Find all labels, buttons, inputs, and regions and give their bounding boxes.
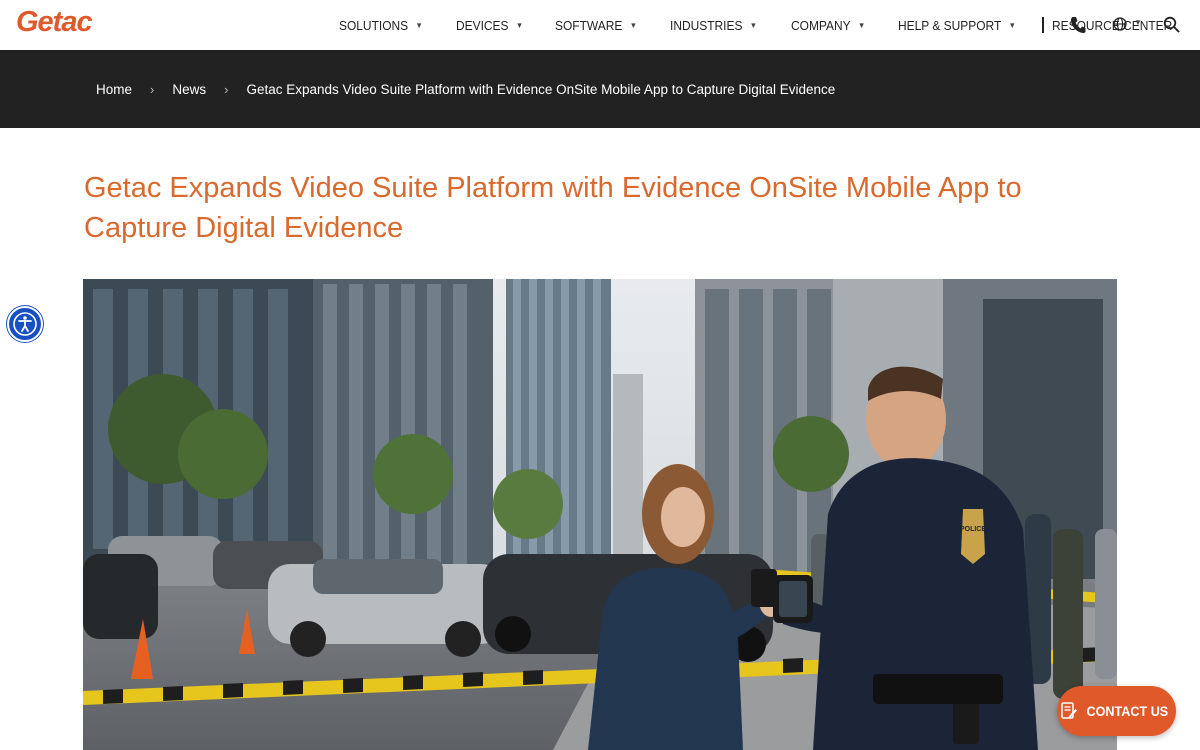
phone-icon[interactable] — [1070, 16, 1086, 34]
police-badge-text: POLICE — [960, 526, 986, 533]
accessibility-button[interactable] — [7, 306, 43, 342]
accessibility-icon — [13, 312, 37, 336]
hero-image: POLICE — [83, 279, 1117, 750]
nav-item-label: DEVICES — [456, 17, 509, 33]
chevron-down-icon: ▼ — [515, 20, 524, 30]
breadcrumb-current: Getac Expands Video Suite Platform with … — [246, 81, 836, 97]
chevron-down-icon: ▼ — [857, 20, 866, 30]
contact-us-label: CONTACT US — [1086, 703, 1168, 719]
edit-form-icon — [1060, 702, 1077, 719]
breadcrumb-home-link[interactable]: Home — [96, 82, 132, 97]
nav-item-industries[interactable]: INDUSTRIES ▼ — [670, 18, 757, 33]
nav-item-label: INDUSTRIES — [670, 17, 743, 33]
chevron-down-icon: ▼ — [415, 20, 423, 30]
chevron-down-icon[interactable]: ▼ — [1134, 18, 1142, 27]
globe-icon[interactable] — [1113, 17, 1127, 31]
nav-item-company[interactable]: COMPANY ▼ — [791, 18, 865, 33]
nav-item-devices[interactable]: DEVICES ▼ — [456, 18, 523, 33]
chevron-right-icon: › — [224, 81, 229, 97]
nav-item-label: SOFTWARE — [555, 17, 623, 33]
nav-item-solutions[interactable]: SOLUTIONS ▼ — [339, 18, 423, 33]
site-header: Getac SOLUTIONS ▼ DEVICES ▼ SOFTWARE ▼ INDU… — [0, 0, 1200, 50]
nav-item-label: COMPANY — [790, 17, 851, 33]
nav-item-label: HELP & SUPPORT — [897, 17, 1001, 33]
chevron-right-icon: › — [150, 81, 155, 97]
nav-item-software[interactable]: SOFTWARE ▼ — [555, 18, 637, 33]
page-title: Getac Expands Video Suite Platform with … — [84, 172, 1022, 244]
contact-us-button[interactable]: CONTACT US — [1057, 686, 1176, 736]
hero-scene: POLICE — [83, 279, 1117, 750]
nav-divider — [1042, 17, 1044, 33]
chevron-down-icon: ▼ — [749, 20, 758, 30]
nav-item-help-support[interactable]: HELP & SUPPORT ▼ — [898, 18, 1016, 33]
breadcrumb-bar: Home › News › Getac Expands Video Suite … — [0, 50, 1200, 128]
search-icon[interactable] — [1163, 16, 1180, 33]
breadcrumb: Home › News › Getac Expands Video Suite … — [96, 50, 835, 128]
getac-logo[interactable]: Getac — [16, 6, 93, 39]
nav-item-label: SOLUTIONS — [339, 17, 409, 33]
chevron-down-icon: ▼ — [1008, 20, 1016, 30]
chevron-down-icon: ▼ — [629, 20, 638, 30]
breadcrumb-news-link[interactable]: News — [172, 82, 206, 97]
